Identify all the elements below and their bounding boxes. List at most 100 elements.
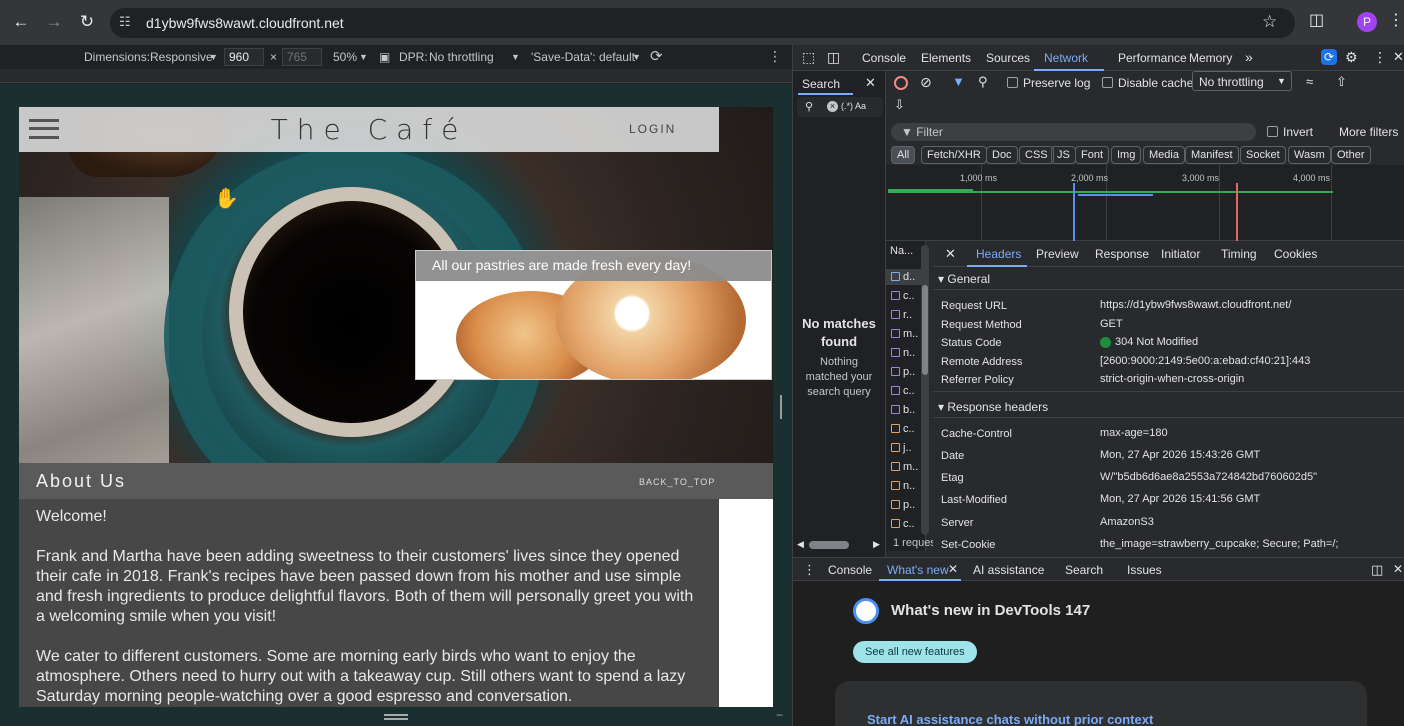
inspect-icon[interactable]: ⬚ (802, 49, 815, 66)
tab-sources[interactable]: Sources (986, 51, 1030, 65)
back-arrow-icon[interactable]: ← (11, 13, 31, 33)
chip-fetch-xhr[interactable]: Fetch/XHR (921, 146, 987, 164)
corner-resize-icon[interactable]: − (776, 708, 783, 722)
zoom-select[interactable]: 50% (333, 50, 357, 64)
request-row[interactable]: r.. (891, 309, 912, 321)
drawer-tab-console[interactable]: Console (828, 563, 872, 577)
name-column-header[interactable]: Na... (890, 245, 913, 257)
throttle-select[interactable]: No throttling (429, 50, 494, 64)
forward-arrow-icon[interactable]: → (44, 13, 64, 33)
network-conditions-icon[interactable]: ≈ (1306, 74, 1313, 89)
request-row[interactable]: p.. (891, 366, 915, 378)
close-icon[interactable]: ✕ (1393, 49, 1404, 65)
drawer-tab-issues[interactable]: Issues (1127, 563, 1162, 577)
gear-icon[interactable]: ⚙ (1345, 49, 1358, 66)
bookmark-star-icon[interactable]: ☆ (1262, 13, 1277, 30)
tab-response[interactable]: Response (1095, 247, 1149, 261)
tab-memory[interactable]: Memory (1189, 51, 1232, 65)
site-info-icon[interactable]: ☷ (119, 15, 131, 28)
chip-manifest[interactable]: Manifest (1185, 146, 1239, 164)
menu-kebab-icon[interactable]: ⋮ (1388, 13, 1404, 29)
tab-headers[interactable]: Headers (976, 247, 1021, 261)
preserve-log-checkbox[interactable]: Preserve log (1007, 76, 1090, 90)
clear-icon[interactable]: × (827, 101, 838, 112)
tab-timing[interactable]: Timing (1221, 247, 1257, 261)
request-row[interactable]: c.. (891, 290, 915, 302)
request-row[interactable]: c.. (891, 385, 915, 397)
dimensions-select[interactable]: Responsive (150, 50, 213, 64)
drawer-menu-icon[interactable]: ⋮ (803, 562, 816, 578)
tab-network[interactable]: Network (1044, 51, 1088, 65)
feature-card-title[interactable]: Start AI assistance chats without prior … (867, 712, 1153, 726)
rotate-icon[interactable]: ⟳ (650, 47, 663, 65)
tab-preview[interactable]: Preview (1036, 247, 1079, 261)
chip-socket[interactable]: Socket (1240, 146, 1286, 164)
login-link[interactable]: LOGIN (629, 122, 676, 136)
drawer-tab-search[interactable]: Search (1065, 563, 1103, 577)
dock-icon[interactable]: ◫ (1371, 562, 1383, 578)
request-row[interactable]: n.. (891, 347, 915, 359)
request-row[interactable]: b.. (891, 404, 915, 416)
extensions-icon[interactable]: ◫ (1309, 13, 1324, 29)
response-headers-toggle[interactable]: ▾ Response headers (938, 400, 1048, 414)
reload-icon[interactable]: ↻ (77, 13, 97, 33)
more-filters-button[interactable]: More filters (1339, 125, 1398, 139)
request-row[interactable]: m.. (891, 461, 918, 473)
sync-icon[interactable]: ⟳ (1321, 49, 1337, 65)
close-icon[interactable]: ✕ (945, 246, 956, 262)
import-har-icon[interactable]: ⇧ (1336, 74, 1347, 90)
back-to-top-link[interactable]: BACK_TO_TOP (639, 477, 715, 487)
more-tabs-icon[interactable]: » (1245, 49, 1253, 65)
device-toggle-icon[interactable]: ◫ (827, 49, 840, 66)
horizontal-scrollbar[interactable] (809, 541, 849, 549)
scroll-right-icon[interactable]: ▶ (873, 539, 880, 550)
export-har-icon[interactable]: ⇩ (894, 97, 905, 113)
drawer-tab-ai-assistance[interactable]: AI assistance (973, 563, 1044, 577)
chip-media[interactable]: Media (1143, 146, 1185, 164)
request-row[interactable]: d.. (891, 271, 915, 283)
tab-cookies[interactable]: Cookies (1274, 247, 1317, 261)
save-data-select[interactable]: 'Save-Data': default (531, 50, 635, 64)
request-row[interactable]: j.. (891, 442, 912, 454)
request-row[interactable]: p.. (891, 499, 915, 511)
search-icon[interactable]: ⚲ (978, 74, 988, 90)
chip-doc[interactable]: Doc (986, 146, 1018, 164)
tab-console[interactable]: Console (862, 51, 906, 65)
scroll-left-icon[interactable]: ◀ (797, 539, 804, 550)
chip-js[interactable]: JS (1051, 146, 1076, 164)
width-resize-handle[interactable] (780, 395, 783, 419)
chip-css[interactable]: CSS (1019, 146, 1054, 164)
close-icon[interactable]: ✕ (865, 75, 876, 91)
profile-avatar[interactable]: P (1357, 12, 1377, 32)
tab-initiator[interactable]: Initiator (1161, 247, 1200, 261)
devtools-menu-icon[interactable]: ⋮ (1373, 49, 1387, 66)
close-icon[interactable]: ✕ (1393, 562, 1403, 576)
request-row[interactable]: m.. (891, 328, 918, 340)
request-row[interactable]: n.. (891, 480, 915, 492)
clear-log-icon[interactable]: ⊘ (920, 74, 932, 91)
height-resize-handle[interactable] (384, 714, 408, 720)
filter-icon[interactable]: ▼ (952, 74, 965, 89)
disable-cache-checkbox[interactable]: Disable cache (1102, 76, 1193, 90)
filter-input[interactable]: ▼ Filter (891, 123, 1256, 141)
record-icon[interactable] (894, 76, 908, 90)
device-menu-icon[interactable]: ⋮ (768, 48, 782, 65)
width-input[interactable]: 960 (224, 48, 264, 66)
invert-checkbox[interactable]: Invert (1267, 125, 1313, 139)
drawer-tab-whats-new[interactable]: What's new (887, 563, 949, 577)
see-all-features-button[interactable]: See all new features (853, 641, 977, 663)
chip-all[interactable]: All (891, 146, 916, 164)
chip-other[interactable]: Other (1331, 146, 1371, 164)
tab-elements[interactable]: Elements (921, 51, 971, 65)
scrollbar-thumb[interactable] (922, 285, 928, 375)
url-text[interactable]: d1ybw9fws8wawt.cloudfront.net (146, 15, 344, 31)
request-row[interactable]: c.. (891, 423, 915, 435)
chip-font[interactable]: Font (1075, 146, 1110, 164)
general-section-toggle[interactable]: ▾ General (938, 272, 990, 286)
chip-img[interactable]: Img (1111, 146, 1142, 164)
chip-wasm[interactable]: Wasm (1288, 146, 1331, 164)
search-tab[interactable]: Search (802, 77, 840, 91)
tab-performance[interactable]: Performance (1118, 51, 1187, 65)
search-options[interactable]: (.*) Aa (841, 101, 866, 111)
request-row[interactable]: c.. (891, 518, 915, 530)
